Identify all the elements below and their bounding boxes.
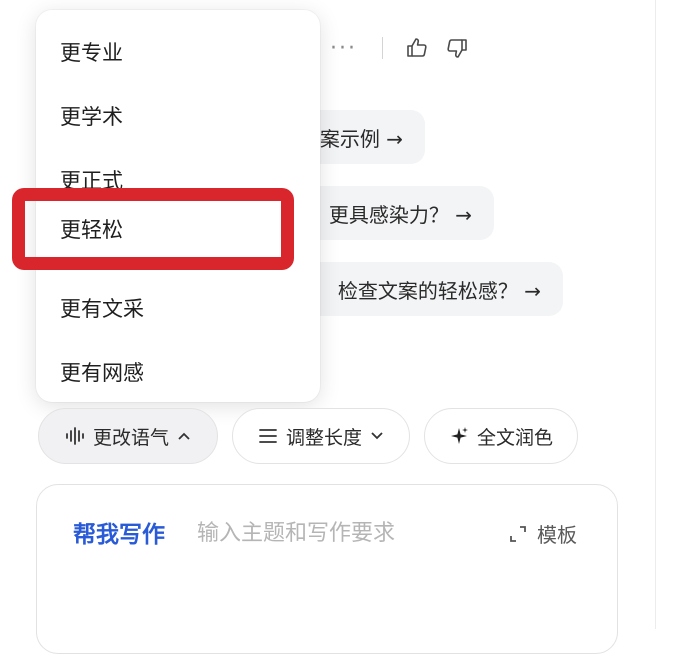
chevron-up-icon	[177, 431, 191, 441]
action-separator	[382, 37, 383, 59]
thumbs-down-icon[interactable]	[437, 28, 477, 68]
selected-tone-label[interactable]: 更轻松	[60, 214, 123, 244]
sparkle-icon	[449, 426, 469, 446]
suggestion-text: 更具感染力？ →	[328, 202, 472, 227]
menu-item-literary[interactable]: 更有文采	[36, 276, 320, 340]
more-options-button[interactable]: ···	[330, 36, 364, 61]
adjust-length-label: 调整长度	[285, 426, 362, 449]
full-text-polish-button[interactable]: 全文润色	[424, 408, 578, 464]
suggestion-chip[interactable]: 检查文案的轻松感？ →	[280, 262, 563, 316]
writing-prompt-placeholder[interactable]: 输入主题和写作要求	[197, 515, 395, 547]
highlight-box	[12, 188, 294, 270]
thumbs-up-icon[interactable]	[397, 28, 437, 68]
change-tone-label: 更改语气	[92, 426, 169, 449]
message-actions: ···	[330, 28, 477, 68]
change-tone-button[interactable]: 更改语气	[38, 408, 218, 464]
menu-item-academic[interactable]: 更学术	[36, 84, 320, 148]
write-for-me-title: 帮我写作	[73, 522, 165, 548]
full-text-polish-label: 全文润色	[476, 426, 553, 449]
suggestion-text: 案示例 →	[319, 126, 403, 151]
menu-item-professional[interactable]: 更专业	[36, 20, 320, 84]
template-label: 模板	[537, 523, 577, 547]
lines-icon	[258, 428, 278, 444]
waveform-icon	[65, 427, 85, 445]
expand-icon	[510, 525, 526, 542]
panel-right-border	[655, 0, 656, 629]
adjust-length-button[interactable]: 调整长度	[232, 408, 410, 464]
template-button[interactable]: 模板	[509, 519, 577, 548]
menu-item-internet-style[interactable]: 更有网感	[36, 340, 320, 404]
suggestion-text: 检查文案的轻松感？ →	[337, 278, 541, 303]
chevron-down-icon	[370, 431, 384, 441]
